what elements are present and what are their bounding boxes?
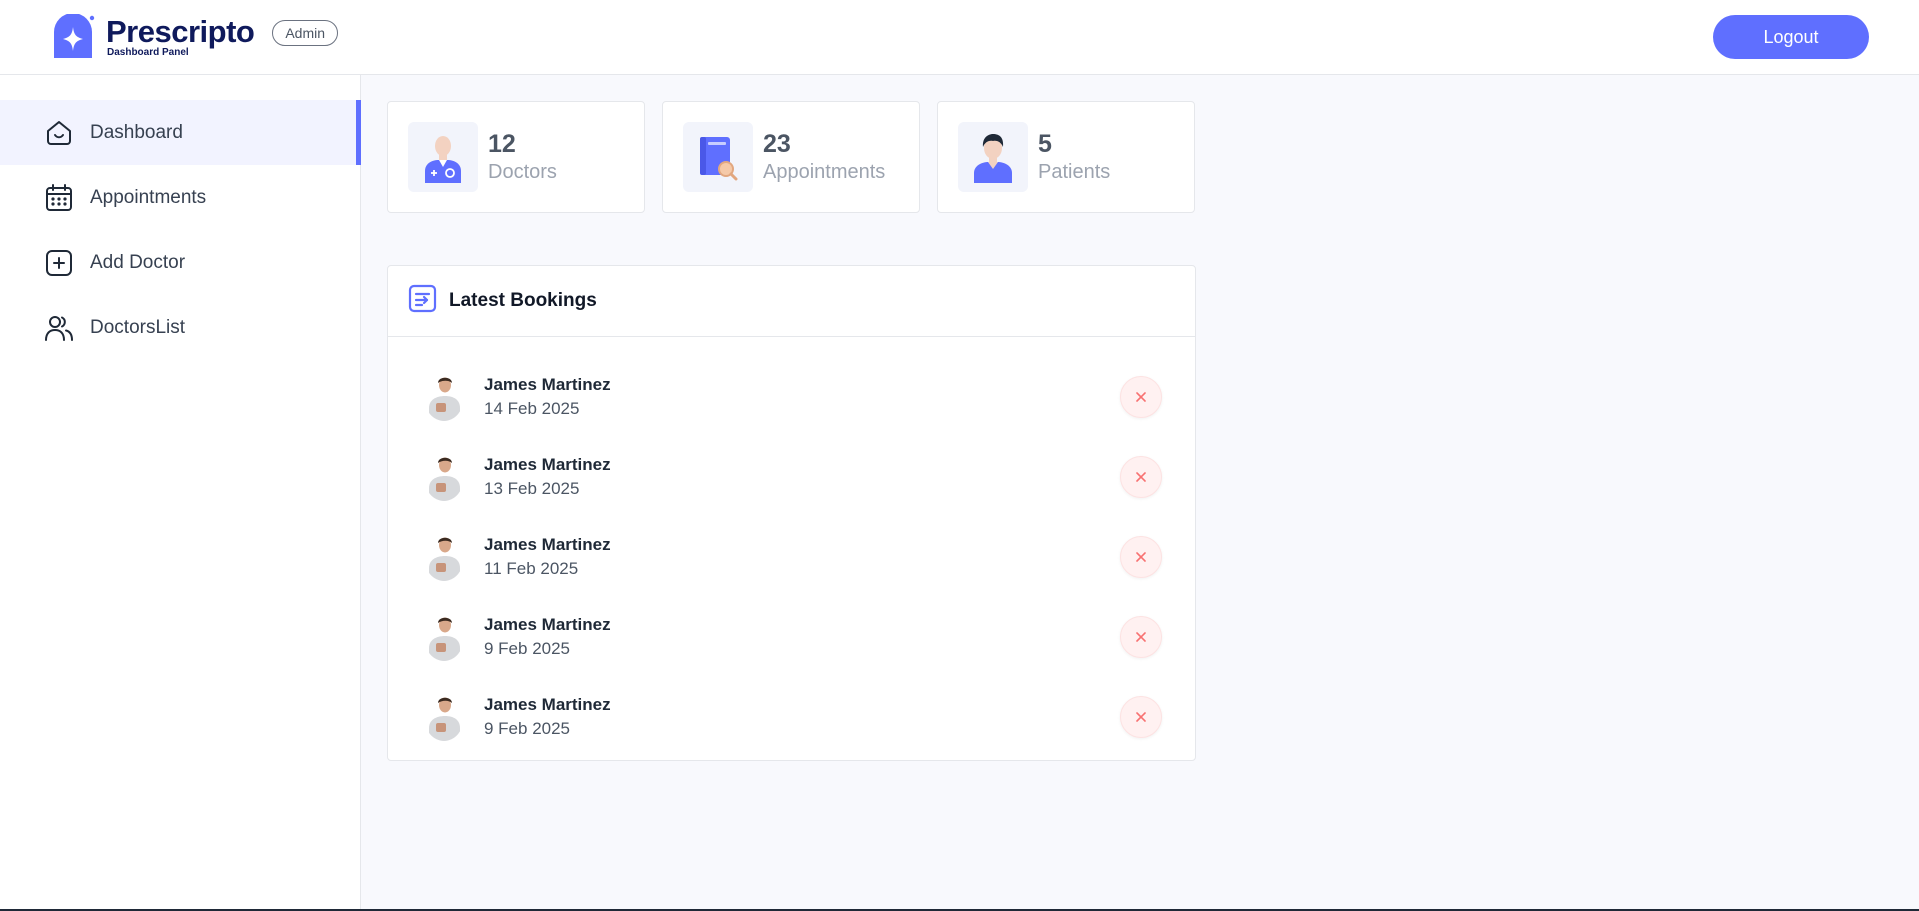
list-item: James Martinez 9 Feb 2025: [388, 677, 1195, 757]
close-icon: [1136, 392, 1146, 402]
brand-text: Prescripto Dashboard Panel: [106, 14, 255, 58]
sidebar-item-label: DoctorsList: [90, 316, 186, 338]
logout-button[interactable]: Logout: [1713, 15, 1869, 59]
avatar: [424, 373, 464, 421]
cancel-booking-button[interactable]: [1120, 696, 1162, 738]
stat-value: 23: [763, 130, 791, 158]
close-icon: [1136, 552, 1146, 562]
latest-bookings-title: Latest Bookings: [449, 290, 597, 311]
booking-info: James Martinez 11 Feb 2025: [484, 533, 1120, 581]
booking-date: 9 Feb 2025: [484, 719, 571, 738]
calendar-icon: [44, 183, 74, 213]
booking-info: James Martinez 9 Feb 2025: [484, 613, 1120, 661]
stat-label: Doctors: [488, 161, 557, 183]
stat-card-doctors[interactable]: 12 Doctors: [387, 101, 645, 213]
bookings-list: James Martinez 14 Feb 2025 James Martine…: [388, 337, 1195, 760]
cancel-booking-button[interactable]: [1120, 536, 1162, 578]
booking-info: James Martinez 13 Feb 2025: [484, 453, 1120, 501]
sidebar-item-add-doctor[interactable]: Add Doctor: [0, 230, 360, 295]
stat-text: 23 Appointments: [763, 129, 885, 185]
avatar: [424, 693, 464, 741]
booking-date: 9 Feb 2025: [484, 639, 571, 658]
booking-info: James Martinez 14 Feb 2025: [484, 373, 1120, 421]
sidebar-item-appointments[interactable]: Appointments: [0, 165, 360, 230]
close-icon: [1136, 632, 1146, 642]
cancel-booking-button[interactable]: [1120, 376, 1162, 418]
prescripto-logo-icon: [50, 13, 96, 60]
booking-doctor-name: James Martinez: [484, 535, 611, 555]
appointment-book-icon: [683, 122, 753, 192]
brand-name: Prescripto: [106, 14, 255, 49]
booking-doctor-name: James Martinez: [484, 695, 611, 715]
avatar: [424, 453, 464, 501]
cancel-booking-button[interactable]: [1120, 456, 1162, 498]
sidebar-item-dashboard[interactable]: Dashboard: [0, 100, 361, 165]
booking-doctor-name: James Martinez: [484, 615, 611, 635]
stat-label: Appointments: [763, 161, 886, 183]
avatar: [424, 533, 464, 581]
stat-value: 12: [488, 130, 516, 158]
brand-subtitle: Dashboard Panel: [107, 47, 189, 58]
stats-row: 12 Doctors 23 Appointments 5 Patients: [387, 101, 1893, 213]
list-icon: [408, 284, 437, 318]
sidebar-item-label: Dashboard: [90, 121, 183, 143]
admin-badge: Admin: [272, 20, 339, 46]
stat-card-appointments[interactable]: 23 Appointments: [662, 101, 920, 213]
home-icon: [44, 118, 74, 148]
main-content: 12 Doctors 23 Appointments 5 Patients La…: [361, 75, 1919, 911]
sidebar-item-label: Add Doctor: [90, 251, 186, 273]
booking-doctor-name: James Martinez: [484, 455, 611, 475]
brand[interactable]: Prescripto Dashboard Panel Admin: [50, 13, 339, 60]
close-icon: [1136, 472, 1146, 482]
booking-date: 13 Feb 2025: [484, 479, 580, 498]
sidebar-item-doctors-list[interactable]: DoctorsList: [0, 295, 360, 360]
stat-card-patients[interactable]: 5 Patients: [937, 101, 1195, 213]
stat-text: 5 Patients: [1038, 129, 1110, 185]
list-item: James Martinez 9 Feb 2025: [388, 597, 1195, 677]
list-item: James Martinez 13 Feb 2025: [388, 437, 1195, 517]
doctor-icon: [408, 122, 478, 192]
list-item: James Martinez 11 Feb 2025: [388, 517, 1195, 597]
list-item: James Martinez 14 Feb 2025: [388, 357, 1195, 437]
people-icon: [44, 313, 74, 343]
patient-icon: [958, 122, 1028, 192]
booking-info: James Martinez 9 Feb 2025: [484, 693, 1120, 741]
close-icon: [1136, 712, 1146, 722]
top-header: Prescripto Dashboard Panel Admin Logout: [0, 0, 1919, 75]
sidebar: Dashboard Appointments Add Doctor Doctor…: [0, 75, 361, 911]
cancel-booking-button[interactable]: [1120, 616, 1162, 658]
booking-doctor-name: James Martinez: [484, 375, 611, 395]
latest-bookings-panel: Latest Bookings James Martinez 14 Feb 20…: [387, 265, 1196, 761]
latest-bookings-header: Latest Bookings: [388, 266, 1195, 337]
sidebar-item-label: Appointments: [90, 186, 207, 208]
booking-date: 11 Feb 2025: [484, 559, 579, 578]
stat-value: 5: [1038, 130, 1052, 158]
stat-text: 12 Doctors: [488, 129, 557, 185]
add-square-icon: [44, 248, 74, 278]
booking-date: 14 Feb 2025: [484, 399, 580, 418]
avatar: [424, 613, 464, 661]
stat-label: Patients: [1038, 161, 1111, 183]
